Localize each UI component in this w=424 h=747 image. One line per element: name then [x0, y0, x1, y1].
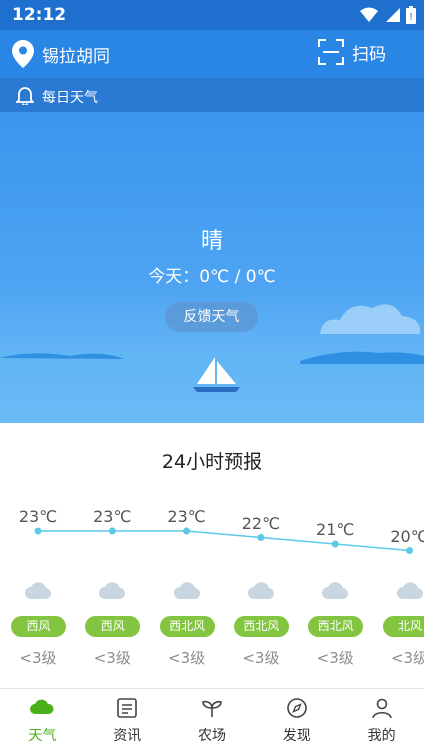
status-bar: 12:12 !	[0, 0, 424, 30]
today-temperature-range: 今天：0℃ / 0℃	[148, 267, 276, 287]
hour-forecast-item: 22℃ 西北风 <3级	[224, 423, 298, 688]
current-weather-panel: 晴 今天：0℃ / 0℃ 反馈天气	[0, 112, 424, 423]
hour-temperature: 22℃	[241, 513, 281, 533]
tab-label: 农场	[197, 728, 226, 744]
scan-button[interactable]: 扫码	[318, 39, 386, 65]
cloud-icon	[25, 582, 51, 599]
tab-label: 资讯	[113, 728, 142, 744]
tab-label: 发现	[282, 728, 311, 744]
hourly-forecast-list[interactable]: 23℃ 西风 <3级 23℃ 西风 <3级 23℃ 西北风 <3级 22℃ 西北风 <3级 21℃ 西北风…	[0, 423, 424, 688]
wind-level: <3级	[19, 649, 57, 667]
hour-forecast-item: 23℃ 西风 <3级	[1, 423, 75, 688]
signal-icon	[386, 8, 400, 22]
hour-forecast-item: 23℃ 西北风 <3级	[150, 423, 224, 688]
status-icons: !	[360, 6, 416, 24]
status-time: 12:12	[12, 5, 67, 25]
daily-weather-label: 每日天气	[42, 90, 98, 106]
weather-condition: 晴	[200, 229, 223, 254]
bottom-navigation: 天气 资讯 农场 发现 我的	[0, 688, 424, 747]
person-icon	[371, 698, 392, 719]
compass-icon	[286, 698, 307, 718]
hour-forecast-item: 23℃ 西风 <3级	[75, 423, 149, 688]
hour-forecast-item: 21℃ 西北风 <3级	[298, 423, 372, 688]
tab-news[interactable]: 资讯	[85, 689, 170, 747]
top-bar: 锡拉胡同 扫码	[0, 30, 424, 78]
scan-label: 扫码	[352, 44, 386, 65]
hour-temperature: 21℃	[316, 520, 355, 539]
tab-cloud[interactable]: 天气	[0, 689, 85, 747]
tab-label: 我的	[367, 728, 396, 744]
cloud-icon	[173, 582, 200, 599]
location-name[interactable]: 锡拉胡同	[42, 42, 110, 67]
hour-forecast-item: 20℃ 北风 <3级	[373, 423, 424, 688]
hour-temperature: 20℃	[390, 526, 424, 546]
cloud-icon	[99, 582, 126, 599]
feedback-weather-button[interactable]: 反馈天气	[165, 302, 258, 332]
daily-weather-bar[interactable]: 每日天气	[0, 78, 424, 112]
news-icon	[117, 698, 137, 718]
wind-level: <3级	[93, 649, 131, 667]
wind-level: <3级	[316, 649, 354, 667]
svg-text:!: !	[409, 12, 413, 23]
tab-compass[interactable]: 发现	[254, 689, 339, 747]
cloud-icon	[247, 582, 274, 599]
wind-direction-badge: 西风	[11, 616, 66, 637]
wind-direction-badge: 西北风	[159, 616, 215, 637]
sprout-icon	[202, 700, 222, 717]
bell-icon	[16, 87, 34, 105]
hourly-forecast-section: 24小时预报 23℃ 西风 <3级 23℃ 西风 <3级 23℃ 西北风 <3级 22℃ 西北风 <3…	[0, 423, 424, 688]
tab-person[interactable]: 我的	[339, 689, 424, 747]
wifi-icon	[360, 7, 378, 22]
scan-icon	[318, 39, 344, 65]
hour-temperature: 23℃	[18, 507, 58, 526]
cloud-icon	[30, 699, 54, 714]
wind-direction-badge: 西北风	[233, 616, 289, 637]
wind-level: <3级	[390, 649, 424, 667]
wind-level: <3级	[168, 649, 206, 667]
wind-direction-badge: 西北风	[308, 616, 364, 637]
wind-direction-badge: 北风	[382, 616, 424, 637]
wind-direction-badge: 西风	[85, 616, 141, 637]
wind-level: <3级	[242, 649, 280, 667]
location-pin-icon[interactable]	[12, 40, 34, 68]
battery-icon: !	[406, 6, 416, 24]
cloud-icon	[322, 582, 349, 599]
hour-temperature: 23℃	[93, 507, 132, 526]
cloud-icon	[396, 582, 423, 599]
tab-sprout[interactable]: 农场	[170, 689, 255, 747]
tab-label: 天气	[28, 728, 57, 744]
hour-temperature: 23℃	[167, 507, 206, 526]
